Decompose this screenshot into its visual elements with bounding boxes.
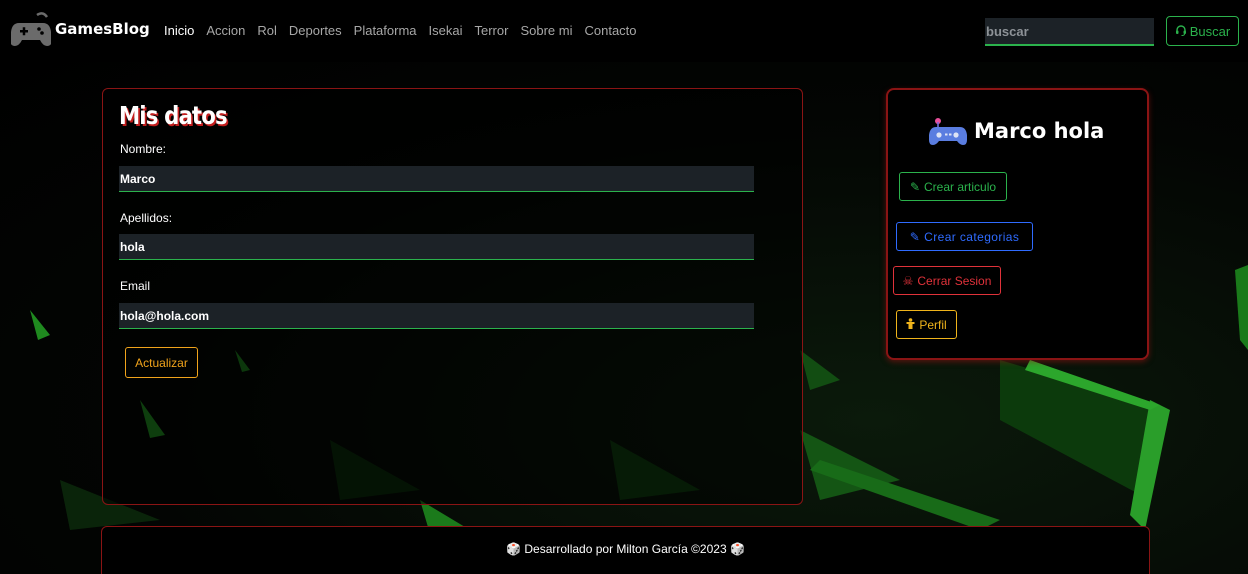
surname-field[interactable] xyxy=(119,234,754,260)
profile-label: Perfil xyxy=(919,317,947,332)
pencil-icon: ✎ xyxy=(909,229,921,244)
logout-button[interactable]: ☠ Cerrar Sesion xyxy=(893,266,1001,295)
footer-text: 🎲 Desarrollado por Milton García ©2023 🎲 xyxy=(506,542,745,556)
headset-icon xyxy=(1175,24,1187,39)
nav-link-rol[interactable]: Rol xyxy=(257,23,277,38)
nav-link-isekai[interactable]: Isekai xyxy=(429,23,463,38)
surname-label: Apellidos: xyxy=(120,211,173,225)
brand-name[interactable]: GamesBlog xyxy=(55,20,150,38)
user-sidebar: Marco hola ✎ Crear articulo ✎ Crear cate… xyxy=(886,88,1149,360)
profile-card: Mis datos Nombre: Apellidos: Email Actua… xyxy=(102,88,803,505)
nav-link-contacto[interactable]: Contacto xyxy=(584,23,636,38)
name-field[interactable] xyxy=(119,166,754,192)
nav-link-plataforma[interactable]: Plataforma xyxy=(354,23,417,38)
search-button[interactable]: Buscar xyxy=(1166,16,1239,46)
create-categories-label: Crear categorias xyxy=(924,229,1020,244)
email-field[interactable] xyxy=(119,303,754,329)
page-title: Mis datos xyxy=(119,101,228,130)
update-button[interactable]: Actualizar xyxy=(125,347,198,378)
nav-link-accion[interactable]: Accion xyxy=(206,23,245,38)
nav-link-sobre-mi[interactable]: Sobre mi xyxy=(520,23,572,38)
pencil-icon: ✎ xyxy=(909,179,921,194)
person-icon xyxy=(906,317,915,332)
logout-label: Cerrar Sesion xyxy=(917,273,992,288)
create-article-label: Crear articulo xyxy=(924,179,997,194)
profile-button[interactable]: Perfil xyxy=(896,310,957,339)
gamepad-icon[interactable] xyxy=(10,11,52,54)
navbar: GamesBlog Inicio Accion Rol Deportes Pla… xyxy=(0,0,1248,62)
skull-crossbones-icon: ☠ xyxy=(902,273,914,288)
name-label: Nombre: xyxy=(120,142,167,156)
gamepad-icon xyxy=(929,116,967,153)
create-article-button[interactable]: ✎ Crear articulo xyxy=(899,172,1007,201)
nav-link-terror[interactable]: Terror xyxy=(475,23,509,38)
nav-link-deportes[interactable]: Deportes xyxy=(289,23,342,38)
search-input[interactable] xyxy=(985,18,1154,46)
nav-menu: Inicio Accion Rol Deportes Plataforma Is… xyxy=(164,23,649,38)
user-name: Marco hola xyxy=(974,119,1105,143)
search-button-label: Buscar xyxy=(1189,23,1231,39)
nav-link-inicio[interactable]: Inicio xyxy=(164,23,194,38)
create-categories-button[interactable]: ✎ Crear categorias xyxy=(896,222,1033,251)
footer: 🎲 Desarrollado por Milton García ©2023 🎲 xyxy=(101,526,1150,574)
email-label: Email xyxy=(120,279,151,293)
